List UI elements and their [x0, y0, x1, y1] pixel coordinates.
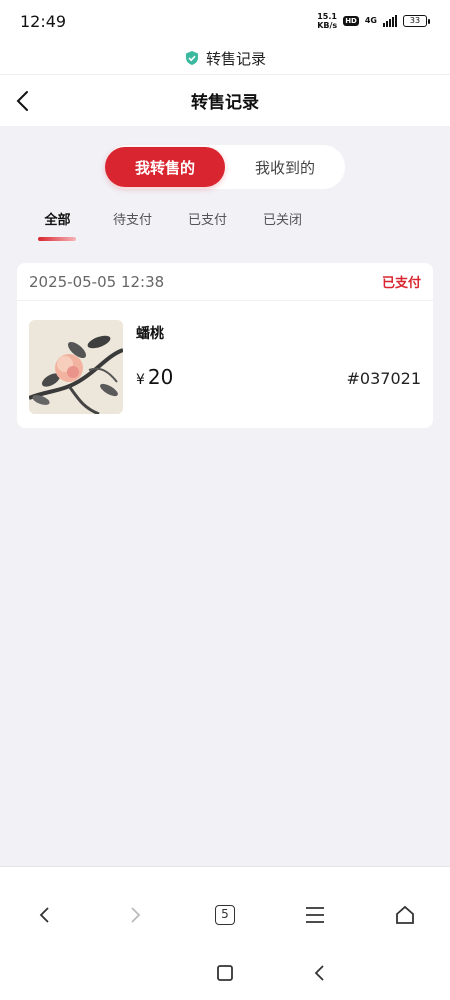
order-card-body: 蟠桃 ¥20 #037021	[17, 301, 433, 428]
hd-icon: HD	[343, 16, 359, 26]
item-thumbnail	[29, 320, 123, 414]
tabs-count-button[interactable]: 5	[205, 895, 245, 935]
item-price: ¥20	[136, 365, 173, 389]
battery-icon: 33	[403, 15, 430, 27]
item-number: #037021	[346, 369, 421, 388]
segment-control: 我转售的 我收到的	[105, 145, 345, 189]
menu-icon[interactable]	[295, 895, 335, 935]
bottom-bar: 5	[0, 866, 450, 1000]
tab-pending-payment[interactable]: 待支付	[95, 205, 170, 245]
network-type: 4G	[364, 16, 377, 25]
browser-back-icon[interactable]	[25, 895, 65, 935]
shield-icon	[185, 51, 198, 65]
segment-my-resales[interactable]: 我转售的	[105, 147, 225, 187]
net-speed: 15.1 KB/s	[317, 12, 338, 30]
item-name: 蟠桃	[136, 326, 164, 342]
system-back-icon[interactable]	[300, 953, 340, 993]
browser-title-bar[interactable]: 转售记录	[0, 42, 450, 74]
status-time: 12:49	[20, 11, 67, 31]
status-tabs: 全部 待支付 已支付 已关闭	[20, 205, 440, 245]
order-card[interactable]: 2025-05-05 12:38 已支付 蟠桃 ¥20 #037021	[17, 263, 433, 428]
tab-all[interactable]: 全部	[20, 205, 95, 245]
price-value: 20	[147, 365, 174, 389]
page-title: 转售记录	[191, 93, 259, 113]
order-card-header: 2025-05-05 12:38 已支付	[17, 263, 433, 301]
tab-count: 5	[215, 905, 235, 925]
browser-forward-icon[interactable]	[115, 895, 155, 935]
peach-painting-image	[29, 320, 123, 414]
browser-toolbar: 5	[0, 895, 450, 935]
page-header: 转售记录	[0, 74, 450, 126]
status-bar: 12:49 15.1 KB/s HD 4G 33	[0, 0, 450, 42]
tab-paid[interactable]: 已支付	[170, 205, 245, 245]
order-status-badge: 已支付	[381, 276, 421, 291]
system-navigation	[0, 955, 450, 991]
currency-symbol: ¥	[136, 372, 145, 388]
segment-received[interactable]: 我收到的	[225, 147, 345, 187]
recents-icon[interactable]	[205, 953, 245, 993]
home-icon[interactable]	[385, 895, 425, 935]
signal-icon	[383, 15, 397, 27]
order-time: 2025-05-05 12:38	[29, 272, 165, 291]
status-icons: 15.1 KB/s HD 4G 33	[317, 12, 430, 30]
tab-closed[interactable]: 已关闭	[245, 205, 320, 245]
browser-page-title: 转售记录	[205, 49, 266, 68]
chevron-left-icon[interactable]	[10, 87, 38, 115]
